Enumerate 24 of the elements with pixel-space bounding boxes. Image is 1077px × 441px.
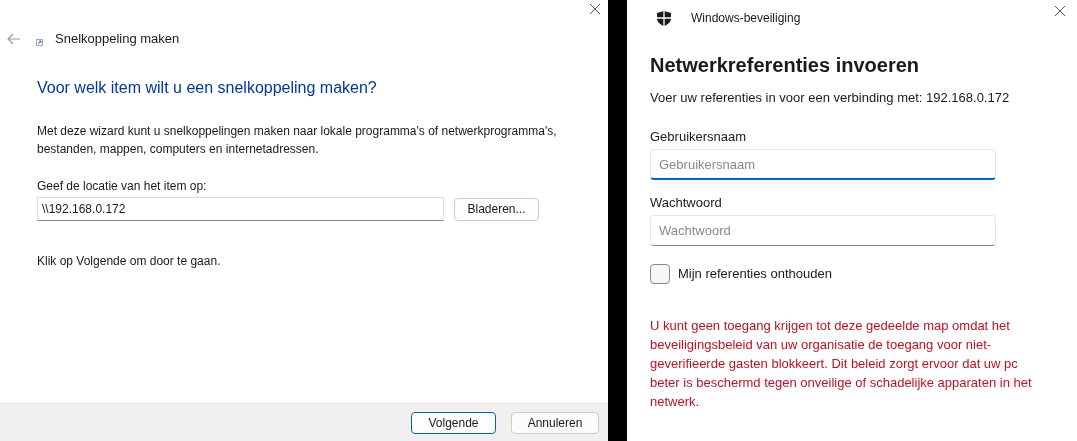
error-message: U kunt geen toegang krijgen tot deze gedeelde map omdat het beveiligingsbeleid van uw organisatie de toegang voor niet-geverifieerde gasten blokkeert. Dit beleid zorgt ervoor dat uw pc beter is beschermd tegen onveilige of schadelijke apparaten in het netwerk. xyxy=(650,317,1033,411)
location-label: Geef de locatie van het item op: xyxy=(37,178,208,194)
remember-label: Mijn referenties onthouden xyxy=(678,265,832,284)
remember-checkbox[interactable] xyxy=(650,264,670,284)
browse-button[interactable]: Bladeren... xyxy=(454,197,539,221)
location-field[interactable]: \\192.168.0.172 xyxy=(37,197,444,221)
input-field[interactable]: Gebruikersnaam xyxy=(650,149,996,180)
dialog-heading: Netwerkreferenties invoeren xyxy=(650,53,920,78)
shield-icon xyxy=(657,10,671,26)
dialog-subtitle: Voer uw referenties in voor een verbinding met: 192.168.0.172 xyxy=(650,90,1011,106)
input-field[interactable]: Wachtwoord xyxy=(650,215,996,246)
wizard-title: Snelkoppeling maken xyxy=(55,30,180,49)
field-label: Wachtwoord xyxy=(650,194,723,212)
wizard-description: Met deze wizard kunt u snelkoppelingen maken naar lokale programma's of netwerkprogramma's, bestanden, mappen, computers en internetadressen. xyxy=(37,123,558,158)
close-icon[interactable] xyxy=(1054,5,1066,17)
dialog-button[interactable]: Volgende xyxy=(411,411,496,434)
close-icon[interactable] xyxy=(589,3,601,15)
back-arrow-icon[interactable] xyxy=(7,33,21,45)
field-label: Gebruikersnaam xyxy=(650,128,748,146)
wizard-heading: Voor welk item wilt u een snelkoppeling maken? xyxy=(37,78,378,98)
shortcut-icon xyxy=(36,38,43,46)
dialog-button[interactable]: Annuleren xyxy=(511,411,599,434)
dialog-title: Windows-beveiliging xyxy=(691,10,801,27)
continue-hint: Klik op Volgende om door te gaan. xyxy=(37,253,222,269)
